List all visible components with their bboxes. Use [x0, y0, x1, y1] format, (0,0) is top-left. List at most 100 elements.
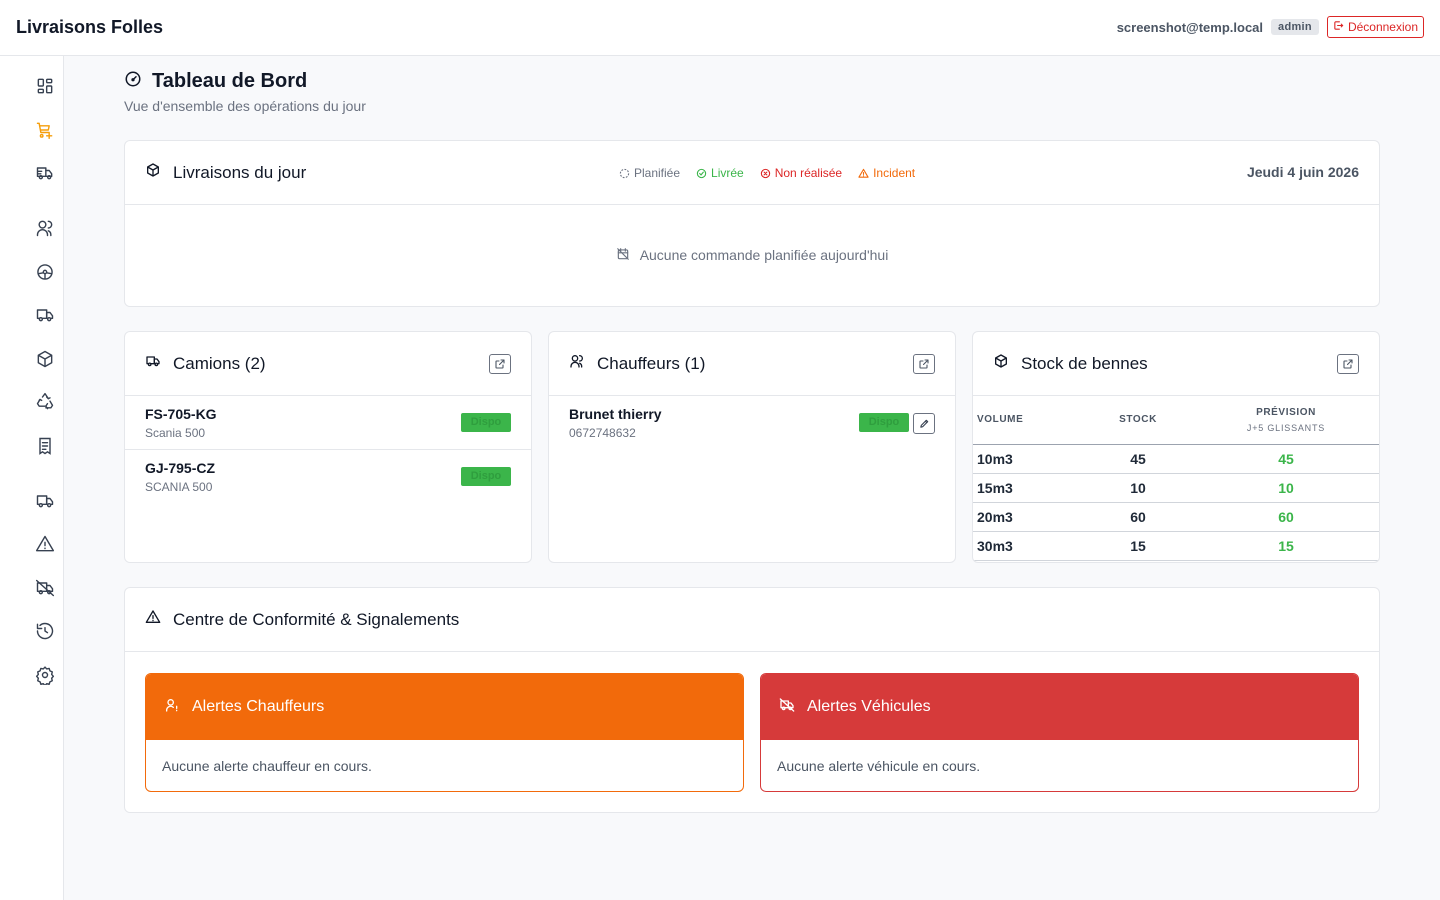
sidebar-item-incidents[interactable] — [34, 533, 56, 555]
logout-button[interactable]: Déconnexion — [1326, 16, 1424, 38]
legend-not-done: Non réalisée — [760, 166, 842, 180]
driver-alerts-title: Alertes Chauffeurs — [192, 698, 325, 715]
table-row: 15m3 10 10 — [973, 473, 1379, 503]
stock-table: Volume Stock Prévision J+5 glissants 10m… — [973, 396, 1379, 561]
current-date: Jeudi 4 juin 2026 — [1246, 164, 1359, 180]
truck-model: SCANIA 500 — [145, 480, 213, 494]
sidebar-item-trucks[interactable] — [34, 304, 56, 326]
vehicle-alerts-panel: Alertes Véhicules Aucune alerte véhicule… — [760, 673, 1359, 792]
status-legend: Planifiée Livrée Non réalisée Incident — [619, 166, 915, 180]
trucks-card: Camions (2) FS-705-KG Scania 500 Dispo G… — [124, 331, 532, 563]
drivers-card-header: Chauffeurs (1) — [549, 332, 955, 396]
truck-off-icon — [35, 579, 55, 597]
external-link-icon — [1343, 359, 1353, 369]
truck-model: Scania 500 — [145, 426, 206, 440]
package-icon — [145, 162, 161, 183]
col-forecast: Prévision J+5 glissants — [1193, 396, 1379, 445]
calendar-off-icon — [616, 247, 630, 264]
truck-plate: GJ-795-CZ — [145, 460, 216, 476]
cell-forecast: 10 — [1193, 473, 1379, 503]
recycle-icon — [36, 392, 54, 410]
cell-stock: 45 — [1083, 444, 1193, 474]
check-circle-icon — [696, 168, 707, 178]
deliveries-title: Livraisons du jour — [173, 162, 307, 182]
driver-alerts-panel: Alertes Chauffeurs Aucune alerte chauffe… — [145, 673, 744, 792]
sidebar-item-users[interactable] — [34, 217, 56, 239]
cell-forecast: 60 — [1193, 502, 1379, 532]
edit-driver-button[interactable] — [913, 413, 935, 434]
vehicle-alerts-header: Alertes Véhicules — [761, 674, 1358, 740]
legend-planned: Planifiée — [619, 166, 680, 180]
cell-forecast: 15 — [1193, 531, 1379, 561]
sidebar-item-fleet[interactable] — [34, 490, 56, 512]
deliveries-empty: Aucune commande planifiée aujourd'hui — [125, 205, 1379, 305]
col-volume: Volume — [973, 396, 1083, 445]
user-email: screenshot@temp.local — [1116, 19, 1264, 35]
deliveries-card-header: Livraisons du jour Planifiée Livrée Non … — [125, 141, 1379, 205]
users-icon — [569, 353, 585, 374]
app-title: Livraisons Folles — [16, 17, 164, 37]
cell-forecast: 45 — [1193, 444, 1379, 474]
list-item[interactable]: GJ-795-CZ SCANIA 500 Dispo — [125, 450, 531, 504]
cell-volume: 30m3 — [973, 531, 1083, 561]
cell-stock: 15 — [1083, 531, 1193, 561]
col-stock: Stock — [1083, 396, 1193, 445]
truck-fast-icon — [36, 167, 53, 180]
truck-icon — [36, 309, 54, 322]
cart-plus-icon — [36, 122, 53, 140]
legend-delivered: Livrée — [696, 166, 744, 180]
table-row: 20m3 60 60 — [973, 502, 1379, 532]
sidebar-item-history[interactable] — [34, 620, 56, 642]
truck-off-icon — [779, 697, 795, 718]
truck-icon — [36, 495, 54, 508]
driver-alerts-header: Alertes Chauffeurs — [146, 674, 743, 740]
drivers-open-button[interactable] — [913, 354, 935, 374]
truck-icon — [145, 353, 161, 374]
vehicle-alerts-empty: Aucune alerte véhicule en cours. — [777, 758, 981, 774]
users-icon — [36, 220, 53, 237]
sidebar-item-drivers[interactable] — [34, 261, 56, 283]
sidebar-item-orders[interactable] — [34, 119, 56, 141]
sidebar-item-deliveries[interactable] — [34, 162, 56, 184]
sidebar-item-containers[interactable] — [34, 348, 56, 370]
history-icon — [36, 622, 54, 640]
warning-icon — [858, 168, 869, 178]
status-badge: Dispo — [461, 467, 511, 486]
legend-incident: Incident — [858, 166, 915, 180]
sidebar-item-recycling[interactable] — [34, 391, 56, 413]
col-forecast-sub: J+5 glissants — [1246, 422, 1326, 433]
logout-icon — [1333, 20, 1344, 34]
cell-volume: 20m3 — [973, 502, 1083, 532]
driver-alerts-empty: Aucune alerte chauffeur en cours. — [162, 758, 372, 774]
sidebar-item-vehicle-issues[interactable] — [34, 577, 56, 599]
warning-icon — [35, 535, 55, 552]
truck-plate: FS-705-KG — [145, 406, 217, 422]
cell-stock: 10 — [1083, 473, 1193, 503]
role-badge: admin — [1271, 19, 1319, 35]
vehicle-alerts-title: Alertes Véhicules — [807, 698, 931, 715]
sidebar-item-invoices[interactable] — [34, 435, 56, 457]
trucks-open-button[interactable] — [489, 354, 511, 374]
user-area: screenshot@temp.local admin Déconnexion — [1117, 16, 1424, 38]
stock-title: Stock de bennes — [1021, 353, 1148, 373]
status-badge: Dispo — [859, 413, 909, 432]
gauge-icon — [124, 70, 142, 93]
stock-open-button[interactable] — [1337, 354, 1359, 374]
logout-label: Déconnexion — [1347, 20, 1418, 34]
dashed-circle-icon — [619, 168, 630, 178]
cell-stock: 60 — [1083, 502, 1193, 532]
list-item[interactable]: Brunet thierry 0672748632 Dispo — [549, 396, 955, 450]
table-row: 10m3 45 45 — [973, 444, 1379, 474]
sidebar-item-dashboard[interactable] — [34, 75, 56, 97]
list-item[interactable]: FS-705-KG Scania 500 Dispo — [125, 396, 531, 450]
receipt-icon — [39, 437, 51, 455]
drivers-title: Chauffeurs (1) — [597, 353, 706, 373]
sidebar — [0, 56, 64, 900]
cell-volume: 15m3 — [973, 473, 1083, 503]
sidebar-item-settings[interactable] — [34, 664, 56, 686]
status-badge: Dispo — [461, 413, 511, 432]
trucks-title: Camions (2) — [173, 353, 266, 373]
box-icon — [993, 353, 1009, 374]
compliance-title: Centre de Conformité & Signalements — [173, 609, 460, 629]
top-bar: Livraisons Folles screenshot@temp.local … — [0, 0, 1440, 56]
